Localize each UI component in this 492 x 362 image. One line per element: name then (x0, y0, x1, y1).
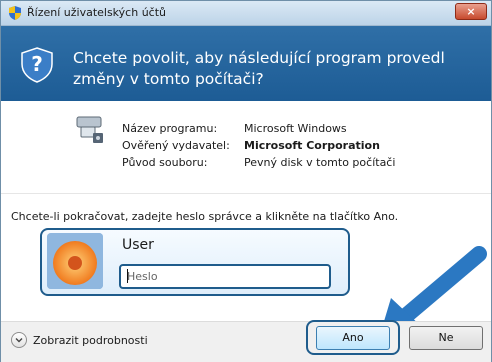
password-field[interactable] (119, 264, 331, 289)
program-icon (76, 116, 103, 143)
close-icon[interactable]: × (456, 4, 486, 19)
svg-text:?: ? (31, 52, 43, 76)
divider (1, 193, 491, 194)
uac-banner: ? Chcete povolit, aby následující progra… (1, 26, 491, 101)
text-caret (127, 269, 128, 283)
file-origin-value: Pevný disk v tomto počítači (244, 156, 396, 169)
window-title: Řízení uživatelských účtů (27, 6, 166, 19)
program-name-value: Microsoft Windows (244, 122, 347, 135)
uac-dialog: Řízení uživatelských účtů × ? Chcete pov… (0, 0, 492, 362)
publisher-label: Ověřený vydavatel: (122, 139, 230, 152)
close-button[interactable]: × (455, 3, 487, 20)
no-button[interactable]: Ne (409, 326, 483, 350)
yes-button[interactable]: Ano (316, 326, 390, 350)
shield-icon (9, 6, 21, 20)
uac-question: Chcete povolit, aby následující program … (73, 49, 445, 88)
show-details-link[interactable]: Zobrazit podrobnosti (33, 334, 148, 347)
publisher-value: Microsoft Corporation (244, 139, 380, 152)
publisher-row: Ověřený vydavatel: Microsoft Corporation (122, 139, 482, 156)
question-shield-icon: ? (21, 47, 53, 83)
program-name-row: Název programu: Microsoft Windows (122, 122, 482, 139)
title-bar: Řízení uživatelských účtů × (1, 1, 491, 26)
program-name-label: Název programu: (122, 122, 218, 135)
user-name: User (122, 237, 154, 253)
continue-prompt: Chcete-li pokračovat, zadejte heslo sprá… (11, 210, 399, 223)
file-origin-row: Původ souboru: Pevný disk v tomto počíta… (122, 156, 482, 173)
user-avatar-flower (47, 233, 103, 289)
show-details-chevron-icon[interactable] (11, 332, 27, 348)
file-origin-label: Původ souboru: (122, 156, 208, 169)
program-info: Název programu: Microsoft Windows Ověřen… (122, 122, 482, 173)
